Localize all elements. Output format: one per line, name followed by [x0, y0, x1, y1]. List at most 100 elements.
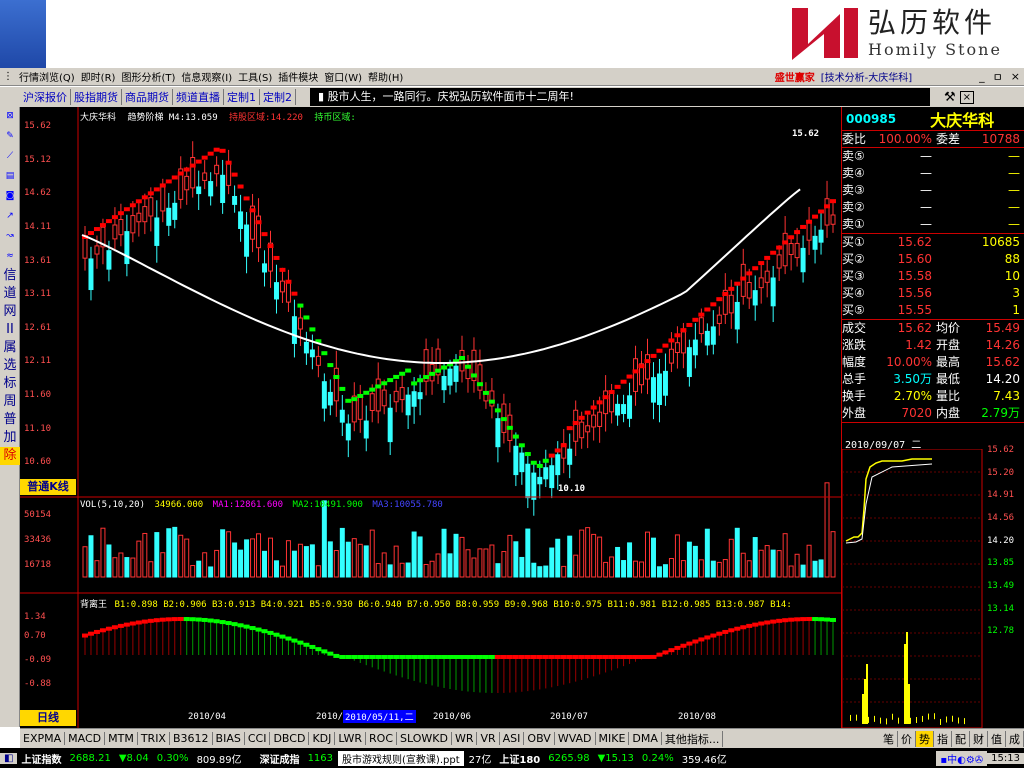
tool-xuan[interactable]: 选: [0, 357, 20, 375]
line-icon[interactable]: ⟋: [0, 151, 20, 167]
record-icon[interactable]: ◙: [0, 191, 20, 207]
wave-icon[interactable]: ≈: [0, 251, 20, 267]
s180-pct: 0.24%: [641, 752, 674, 764]
panel-close-icon[interactable]: ×: [959, 90, 975, 104]
main-y-tick-3: 14.11: [24, 222, 52, 232]
zoom-icon[interactable]: ⊠: [0, 111, 20, 127]
sell-row: 卖⑤ — —: [842, 148, 1024, 165]
tool-jia[interactable]: 加: [0, 429, 20, 447]
settings-tool-icon[interactable]: ⚒: [944, 90, 956, 105]
arrow-icon[interactable]: ↝: [0, 231, 20, 247]
rtab-cai[interactable]: 财: [970, 730, 988, 747]
ind-tab-b3612[interactable]: B3612: [170, 732, 213, 745]
ind-tab-wvad[interactable]: WVAD: [555, 732, 596, 745]
menu-help[interactable]: 帮助(H): [365, 69, 406, 84]
ind-tab-cci[interactable]: CCI: [245, 732, 271, 745]
stat-value: 15.62: [897, 321, 932, 335]
restore-button[interactable]: ㅁ: [989, 69, 1007, 85]
tool-wang[interactable]: 网: [0, 303, 20, 321]
tool-shu[interactable]: 属: [0, 339, 20, 357]
stat-label: 均价: [936, 321, 961, 335]
stock-name: 大庆华科: [930, 110, 995, 130]
ind-tab-dbcd[interactable]: DBCD: [270, 732, 310, 745]
close-button[interactable]: ×: [1007, 70, 1024, 83]
ind-tab-mtm[interactable]: MTM: [105, 732, 138, 745]
menu-plugins[interactable]: 插件模块: [275, 69, 321, 84]
tab-commodity-futures[interactable]: 商品期货: [122, 89, 173, 105]
ind-tab-expma[interactable]: EXPMA: [20, 732, 66, 745]
minimize-button[interactable]: _: [975, 70, 989, 83]
ind-tab-roc[interactable]: ROC: [366, 732, 397, 745]
ind-tab-trix[interactable]: TRIX: [138, 732, 170, 745]
menu-window[interactable]: 窗口(W): [321, 69, 365, 84]
rtab-cheng[interactable]: 成: [1006, 730, 1024, 747]
buy-row: 买④ 15.56 3: [842, 285, 1024, 302]
ind-tab-asi[interactable]: ASI: [500, 732, 525, 745]
rtab-pei[interactable]: 配: [952, 730, 970, 747]
ind-tab-vr[interactable]: VR: [477, 732, 500, 745]
ind-tab-kdj[interactable]: KDJ: [309, 732, 336, 745]
menu-quotes[interactable]: 行情浏览(Q): [16, 69, 78, 84]
buy-label: 买②: [842, 252, 865, 266]
menu-realtime[interactable]: 即时(R): [78, 69, 119, 84]
s180-change: ▼15.13: [597, 752, 634, 764]
tool-dao[interactable]: 道: [0, 285, 20, 303]
ind-tab-obv[interactable]: OBV: [524, 732, 555, 745]
rtab-bi[interactable]: 笔: [880, 730, 898, 747]
chart-canvas[interactable]: [20, 107, 841, 728]
tab-bar: 沪深报价 股指期货 商品期货 频道直播 定制1 定制2 ▮ 股市人生，一路同行。…: [0, 87, 1024, 107]
tool-chu[interactable]: 除: [0, 447, 20, 465]
ind-tab-lwr[interactable]: LWR: [335, 732, 367, 745]
rtab-jia[interactable]: 价: [898, 730, 916, 747]
volume-title: VOL(5,10,20): [80, 500, 146, 510]
start-icon[interactable]: ◧: [0, 752, 18, 764]
tab-sh-sz-quotes[interactable]: 沪深报价: [20, 89, 71, 105]
tab-custom2[interactable]: 定制2: [260, 89, 296, 105]
sell-label: 卖②: [842, 200, 865, 214]
rtab-shi[interactable]: 势: [916, 730, 934, 747]
ind-y-tick-1: 0.70: [24, 631, 46, 641]
sell-price: —: [920, 183, 932, 197]
news-ticker[interactable]: ▮ 股市人生，一路同行。庆祝弘历软件面市十二周年!: [310, 88, 930, 106]
main-y-tick-1: 15.12: [24, 155, 52, 165]
tab-index-futures[interactable]: 股指期货: [71, 89, 122, 105]
kline-type-button[interactable]: 普通K线: [20, 479, 76, 495]
rtab-zhi2[interactable]: 值: [988, 730, 1006, 747]
sh-index-value: 2688.21: [69, 752, 111, 764]
tool-biao[interactable]: 标: [0, 375, 20, 393]
indicator-values: B1:0.898 B2:0.906 B3:0.913 B4:0.921 B5:0…: [114, 600, 792, 610]
popup-file[interactable]: 股市游戏规则(宣教课).ppt: [337, 749, 465, 767]
stat-value: 1.42: [905, 338, 932, 352]
menu-chart-analysis[interactable]: 图形分析(T): [118, 69, 178, 84]
buy-vol: 1: [1012, 303, 1020, 317]
menu-info[interactable]: 信息观察(I): [178, 69, 235, 84]
logo-text: 弘历软件 Homily Stone: [868, 6, 1024, 59]
tool-xin[interactable]: 信: [0, 267, 20, 285]
draw-icon[interactable]: ✎: [0, 131, 20, 147]
ind-tab-slowkd[interactable]: SLOWKD: [397, 732, 452, 745]
tab-custom1[interactable]: 定制1: [224, 89, 260, 105]
ind-tab-other[interactable]: 其他指标...: [662, 730, 724, 747]
ind-tab-wr[interactable]: WR: [452, 732, 478, 745]
sh-index-label: 上证指数: [21, 754, 62, 766]
mini-y-1: 15.20: [987, 468, 1015, 478]
sh-index-change: ▼8.04: [118, 752, 149, 764]
tool-pu[interactable]: 普: [0, 411, 20, 429]
clock: 15:13: [987, 752, 1024, 764]
tool-zhou[interactable]: 周: [0, 393, 20, 411]
sh-index-pct: 0.30%: [156, 752, 189, 764]
volume-value: 34966.000: [154, 500, 204, 510]
tab-live[interactable]: 频道直播: [173, 89, 224, 105]
period-button[interactable]: 日线: [20, 710, 76, 726]
ind-tab-macd[interactable]: MACD: [65, 732, 106, 745]
ind-tab-dma[interactable]: DMA: [629, 732, 662, 745]
ind-tab-mike[interactable]: MIKE: [596, 732, 630, 745]
tool-ii[interactable]: II: [0, 321, 20, 339]
cursor-icon[interactable]: ↗: [0, 211, 20, 227]
indicator-header: 背离王 B1:0.898 B2:0.906 B3:0.913 B4:0.921 …: [80, 597, 840, 610]
ind-tab-bias[interactable]: BIAS: [213, 732, 245, 745]
rtab-zhi[interactable]: 指: [934, 730, 952, 747]
bar-icon[interactable]: ▤: [0, 171, 20, 187]
chart-area[interactable]: 大庆华科 趋势阶梯 M4:13.059 持股区域:14.220 持币区域: 15…: [20, 107, 841, 728]
menu-tools[interactable]: 工具(S): [235, 69, 275, 84]
